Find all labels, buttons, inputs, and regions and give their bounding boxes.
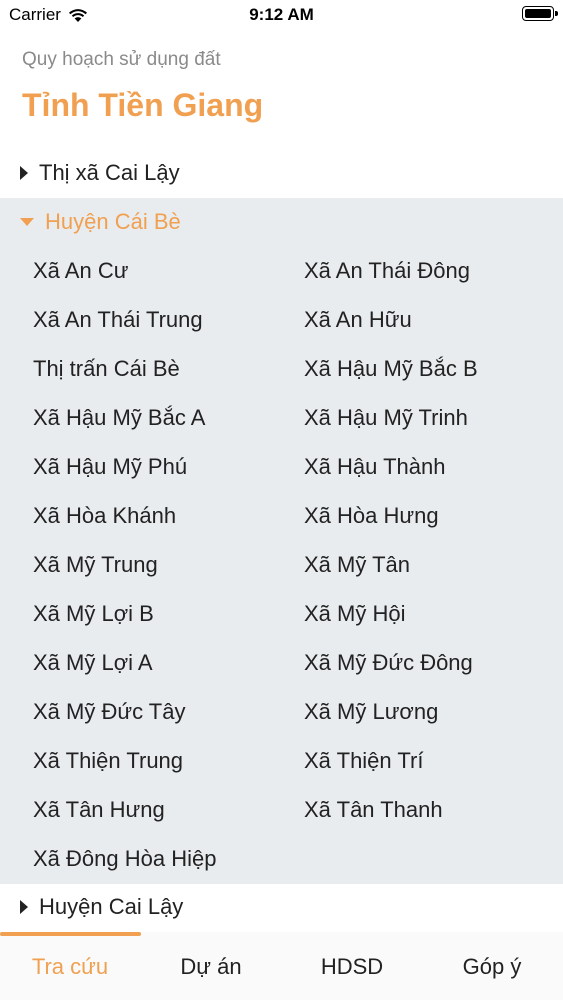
battery-icon [522,6,558,21]
active-tab-indicator [0,932,141,936]
group-label: Thị xã Cai Lậy [39,160,180,185]
tab-gop-y[interactable]: Góp ý [422,942,562,992]
caret-right-icon [20,166,28,180]
ward-item[interactable]: Xã Thiện Trung [33,736,183,785]
ward-item[interactable]: Xã Hậu Mỹ Bắc A [33,393,205,442]
ward-item[interactable]: Xã Mỹ Đức Đông [304,638,473,687]
ward-item[interactable]: Xã An Cư [33,246,128,295]
ward-item[interactable]: Xã Hậu Mỹ Bắc B [304,344,478,393]
clock: 9:12 AM [249,5,314,24]
ward-item[interactable]: Xã An Hữu [304,295,412,344]
ward-item[interactable]: Xã Mỹ Trung [33,540,158,589]
ward-item[interactable]: Xã Đông Hòa Hiệp [33,834,216,883]
tab-du-an[interactable]: Dự án [141,942,281,992]
group-huyen-cai-be[interactable]: Huyện Cái Bè [0,198,563,246]
caret-right-icon [20,900,28,914]
ward-item[interactable]: Xã Tân Hưng [33,785,165,834]
group-label: Huyện Cái Bè [45,209,181,234]
tab-tra-cuu[interactable]: Tra cứu [0,942,140,992]
ward-item[interactable]: Xã Mỹ Lợi A [33,638,153,687]
ward-item[interactable]: Xã Hậu Mỹ Phú [33,442,187,491]
caret-down-icon [20,218,34,226]
ward-item[interactable]: Xã Tân Thanh [304,785,443,834]
group-thi-xa-cai-lay[interactable]: Thị xã Cai Lậy [0,149,563,197]
ward-item[interactable]: Xã Mỹ Lương [304,687,438,736]
tab-hdsd[interactable]: HDSD [282,942,422,992]
status-bar: Carrier 9:12 AM [0,0,563,30]
bottom-tab-bar: Tra cứu Dự án HDSD Góp ý [0,932,563,1000]
ward-item[interactable]: Xã An Thái Đông [304,246,470,295]
ward-item[interactable]: Xã Mỹ Lợi B [33,589,154,638]
page-subtitle: Quy hoạch sử dụng đất [22,49,221,70]
ward-item[interactable]: Xã Mỹ Tân [304,540,410,589]
ward-item[interactable]: Xã Hòa Khánh [33,491,176,540]
page-title: Tỉnh Tiền Giang [22,87,264,123]
group-huyen-cai-lay[interactable]: Huyện Cai Lậy [0,883,563,931]
ward-item[interactable]: Xã Hậu Thành [304,442,445,491]
ward-item[interactable]: Xã Mỹ Đức Tây [33,687,185,736]
ward-item[interactable]: Thị trấn Cái Bè [33,344,180,393]
ward-item[interactable]: Xã Hậu Mỹ Trinh [304,393,468,442]
ward-item[interactable]: Xã Hòa Hưng [304,491,439,540]
ward-item[interactable]: Xã An Thái Trung [33,295,203,344]
ward-item[interactable]: Xã Mỹ Hội [304,589,405,638]
group-label: Huyện Cai Lậy [39,894,184,919]
ward-item[interactable]: Xã Thiện Trí [304,736,423,785]
